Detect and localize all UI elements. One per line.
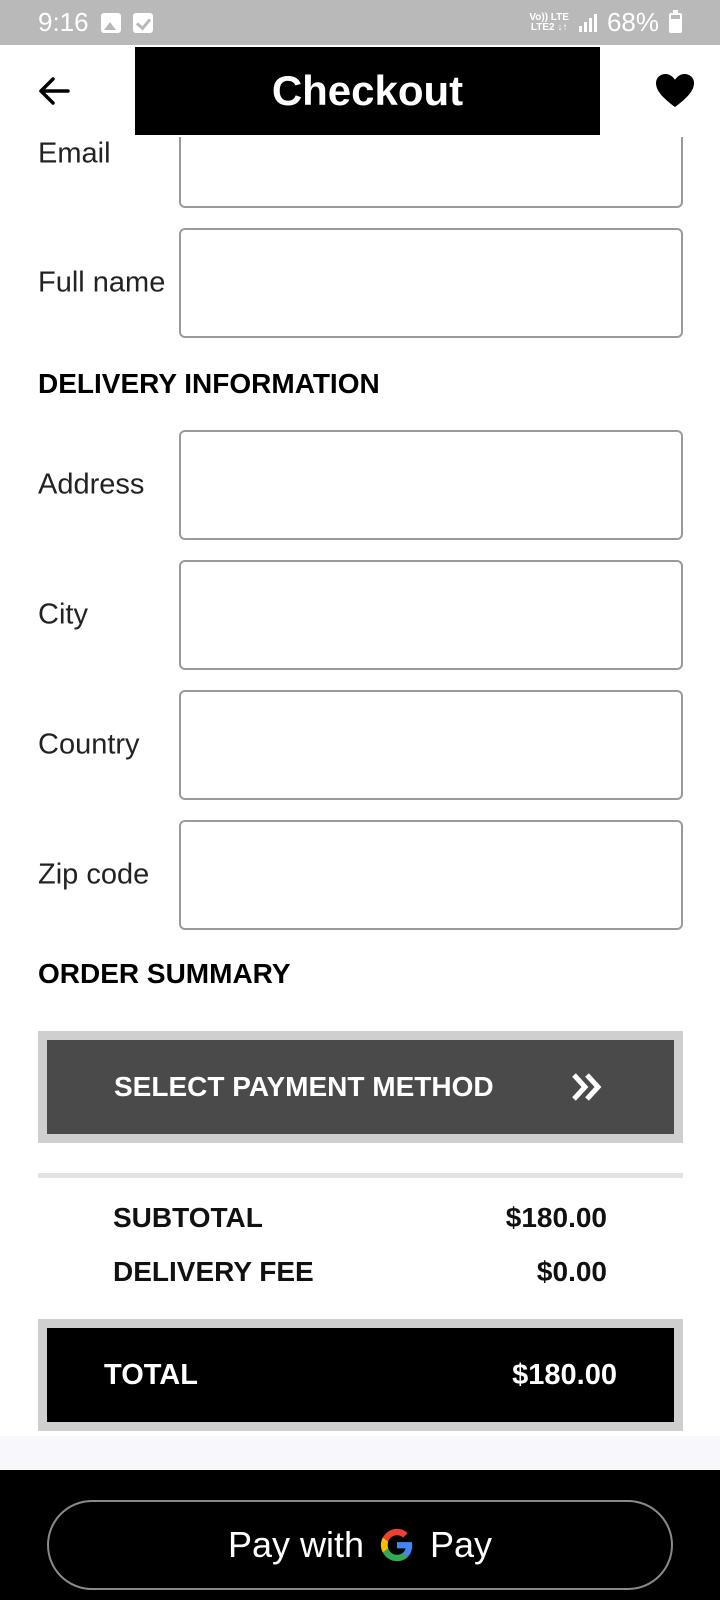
subtotal-row: SUBTOTAL $180.00 <box>113 1202 607 1234</box>
favorite-button-overlay[interactable] <box>650 67 700 115</box>
gpay-prefix: Pay with <box>227 1524 364 1565</box>
arrow-left-icon <box>39 77 70 105</box>
zip-code-row: Zip code <box>38 820 683 930</box>
select-payment-method-button[interactable]: SELECT PAYMENT METHOD <box>47 1040 674 1134</box>
summary-divider <box>38 1173 683 1178</box>
email-label: Email <box>38 137 111 170</box>
page-title-overlay: Checkout <box>135 47 600 135</box>
full-name-row: Full name <box>38 228 683 338</box>
pay-with-gpay-button[interactable]: Pay with Pay <box>47 1500 673 1590</box>
full-name-label: Full name <box>38 266 166 299</box>
total-value: $180.00 <box>512 1358 617 1391</box>
total-box: TOTAL $180.00 <box>47 1328 674 1422</box>
back-button-overlay[interactable] <box>30 67 78 115</box>
delivery-fee-row: DELIVERY FEE $0.00 <box>113 1256 607 1288</box>
network-indicator: Vo)) LTE LTE2 ↓↑ <box>529 11 569 33</box>
delivery-fee-value: $0.00 <box>536 1256 607 1287</box>
delivery-section-title: DELIVERY INFORMATION <box>38 368 380 399</box>
city-label: City <box>38 598 88 631</box>
city-field[interactable] <box>179 560 683 670</box>
country-row: Country <box>38 690 683 800</box>
scroll-fade <box>0 1436 720 1470</box>
gpay-bar: Pay with Pay <box>0 1470 720 1600</box>
full-name-field[interactable] <box>179 228 683 338</box>
gallery-notification-icon <box>100 12 121 33</box>
select-payment-label: SELECT PAYMENT METHOD <box>114 1071 494 1102</box>
subtotal-value: $180.00 <box>505 1202 607 1233</box>
signal-icon <box>578 13 597 32</box>
order-summary-title: ORDER SUMMARY <box>38 958 291 989</box>
zip-code-field[interactable] <box>179 820 683 930</box>
check-notification-icon <box>132 12 153 33</box>
country-label: Country <box>38 728 140 761</box>
subtotal-label: SUBTOTAL <box>113 1202 263 1233</box>
country-field[interactable] <box>179 690 683 800</box>
address-row: Address <box>38 430 683 540</box>
total-frame: TOTAL $180.00 <box>38 1319 683 1431</box>
status-bar: 9:16 Vo)) LTE LTE2 ↓↑ 68% <box>0 0 720 45</box>
battery-percent: 68% <box>606 7 659 37</box>
city-row: City <box>38 560 683 670</box>
total-label: TOTAL <box>104 1358 198 1391</box>
status-right: Vo)) LTE LTE2 ↓↑ 68% <box>529 7 682 38</box>
status-left: 9:16 <box>38 7 153 38</box>
app-header-overlay: Checkout <box>0 45 720 137</box>
address-label: Address <box>38 468 145 501</box>
zip-code-label: Zip code <box>38 858 150 891</box>
double-chevron-right-icon <box>572 1073 602 1101</box>
network-top: Vo)) LTE <box>529 11 569 23</box>
gpay-suffix: Pay <box>430 1524 493 1565</box>
heart-icon <box>656 74 694 107</box>
select-payment-frame: SELECT PAYMENT METHOD <box>38 1031 683 1143</box>
status-time: 9:16 <box>38 7 89 37</box>
network-bottom: LTE2 ↓↑ <box>530 21 568 33</box>
battery-icon <box>669 9 682 33</box>
checkout-screen: 9:16 Vo)) LTE LTE2 ↓↑ 68% Checkout <box>0 0 720 1600</box>
delivery-fee-label: DELIVERY FEE <box>113 1256 314 1287</box>
google-g-icon <box>380 1528 413 1562</box>
address-field[interactable] <box>179 430 683 540</box>
